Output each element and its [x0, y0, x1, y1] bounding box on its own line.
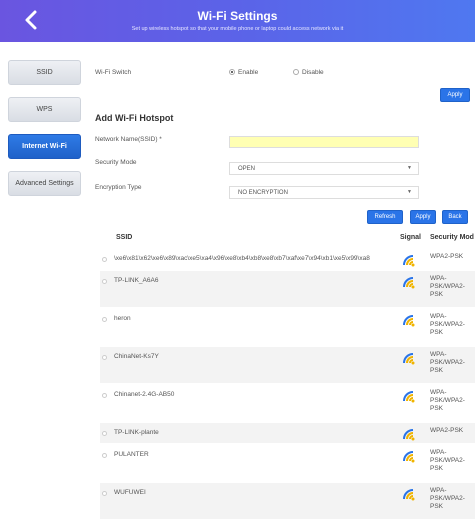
table-row[interactable]: TP-LINK-plante WPA2-PSK	[100, 423, 475, 443]
encryption-type-label: Encryption Type	[95, 184, 142, 191]
sidebar-item-wps[interactable]: WPS	[8, 97, 81, 122]
enable-radio-label: Enable	[238, 69, 259, 76]
row-select-radio[interactable]	[102, 355, 107, 360]
sidebar: SSID WPS Internet Wi-Fi Advanced Setting…	[8, 60, 81, 208]
row-select-radio[interactable]	[102, 317, 107, 322]
row-security-mode: WPA- PSK/WPA2- PSK	[430, 351, 465, 374]
column-header-ssid: SSID	[116, 234, 133, 241]
page-title: Wi-Fi Settings	[197, 9, 278, 23]
security-mode-value: OPEN	[238, 165, 256, 172]
row-security-mode: WPA- PSK/WPA2- PSK	[430, 275, 465, 298]
column-header-security: Security Mod	[430, 234, 474, 241]
row-security-mode: WPA- PSK/WPA2- PSK	[430, 389, 465, 412]
row-security-mode: WPA2-PSK	[430, 253, 464, 260]
row-select-radio[interactable]	[102, 431, 107, 436]
disable-radio[interactable]: Disable	[293, 69, 324, 76]
row-security-mode: WPA2-PSK	[430, 427, 464, 434]
table-header: SSID Signal Security Mod	[100, 233, 475, 247]
add-hotspot-title: Add Wi-Fi Hotspot	[95, 113, 174, 123]
sidebar-item-internet-wifi[interactable]: Internet Wi-Fi	[8, 134, 81, 159]
sidebar-item-advanced-settings[interactable]: Advanced Settings	[8, 171, 81, 196]
table-row[interactable]: PULANTER WPA- PSK/WPA2- PSK	[100, 445, 475, 481]
encryption-type-select[interactable]: NO ENCRYPTION ▼	[229, 186, 419, 199]
row-ssid: Chinanet-2.4G-AB50	[114, 391, 175, 398]
row-security-mode: WPA- PSK/WPA2- PSK	[430, 313, 465, 336]
wifi-signal-icon	[401, 275, 417, 289]
row-security-mode: WPA- PSK/WPA2- PSK	[430, 487, 465, 510]
wifi-signal-icon	[401, 449, 417, 463]
table-row[interactable]: WUFUWEI WPA- PSK/WPA2- PSK	[100, 483, 475, 519]
wifi-signal-icon	[401, 487, 417, 501]
row-ssid: WUFUWEI	[114, 489, 146, 496]
network-name-label: Network Name(SSID) *	[95, 136, 162, 143]
wifi-signal-icon	[401, 427, 417, 441]
network-name-input[interactable]	[229, 136, 419, 148]
dropdown-arrow-icon: ▼	[407, 189, 412, 195]
wifi-signal-icon	[401, 351, 417, 365]
row-select-radio[interactable]	[102, 279, 107, 284]
enable-radio[interactable]: Enable	[229, 69, 258, 76]
sidebar-item-ssid[interactable]: SSID	[8, 60, 81, 85]
row-select-radio[interactable]	[102, 453, 107, 458]
apply-button[interactable]: Apply	[410, 210, 436, 224]
security-mode-label: Security Mode	[95, 159, 137, 166]
page-header: Wi-Fi Settings Set up wireless hotspot s…	[0, 0, 475, 42]
row-ssid: ChinaNet-Ks7Y	[114, 353, 159, 360]
security-mode-select[interactable]: OPEN ▼	[229, 162, 419, 175]
back-button[interactable]: Back	[442, 210, 468, 224]
encryption-type-value: NO ENCRYPTION	[238, 189, 288, 196]
wifi-signal-icon	[401, 313, 417, 327]
disable-radio-label: Disable	[302, 69, 324, 76]
table-row[interactable]: \xe6\x81\x62\xe6\x89\xac\xe5\xa4\x96\xe8…	[100, 249, 475, 269]
row-security-mode: WPA- PSK/WPA2- PSK	[430, 449, 465, 472]
table-row[interactable]: Chinanet-2.4G-AB50 WPA- PSK/WPA2- PSK	[100, 385, 475, 421]
row-select-radio[interactable]	[102, 491, 107, 496]
table-row[interactable]: TP-LINK_A6A6 WPA- PSK/WPA2- PSK	[100, 271, 475, 307]
row-select-radio[interactable]	[102, 393, 107, 398]
row-ssid: TP-LINK-plante	[114, 429, 159, 436]
row-ssid: heron	[114, 315, 131, 322]
wifi-signal-icon	[401, 253, 417, 267]
radio-selected-icon	[229, 69, 235, 75]
row-ssid: TP-LINK_A6A6	[114, 277, 159, 284]
wifi-signal-icon	[401, 389, 417, 403]
dropdown-arrow-icon: ▼	[407, 165, 412, 171]
row-select-radio[interactable]	[102, 257, 107, 262]
radio-unselected-icon	[293, 69, 299, 75]
refresh-button[interactable]: Refresh	[367, 210, 403, 224]
column-header-signal: Signal	[400, 234, 422, 241]
wifi-switch-label: Wi-Fi Switch	[95, 69, 132, 76]
row-ssid: \xe6\x81\x62\xe6\x89\xac\xe5\xa4\x96\xe8…	[114, 255, 370, 262]
table-row[interactable]: heron WPA- PSK/WPA2- PSK	[100, 309, 475, 345]
table-row[interactable]: ChinaNet-Ks7Y WPA- PSK/WPA2- PSK	[100, 347, 475, 383]
apply-switch-button[interactable]: Apply	[440, 88, 470, 102]
page-subtitle: Set up wireless hotspot so that your mob…	[131, 26, 344, 32]
row-ssid: PULANTER	[114, 451, 149, 458]
